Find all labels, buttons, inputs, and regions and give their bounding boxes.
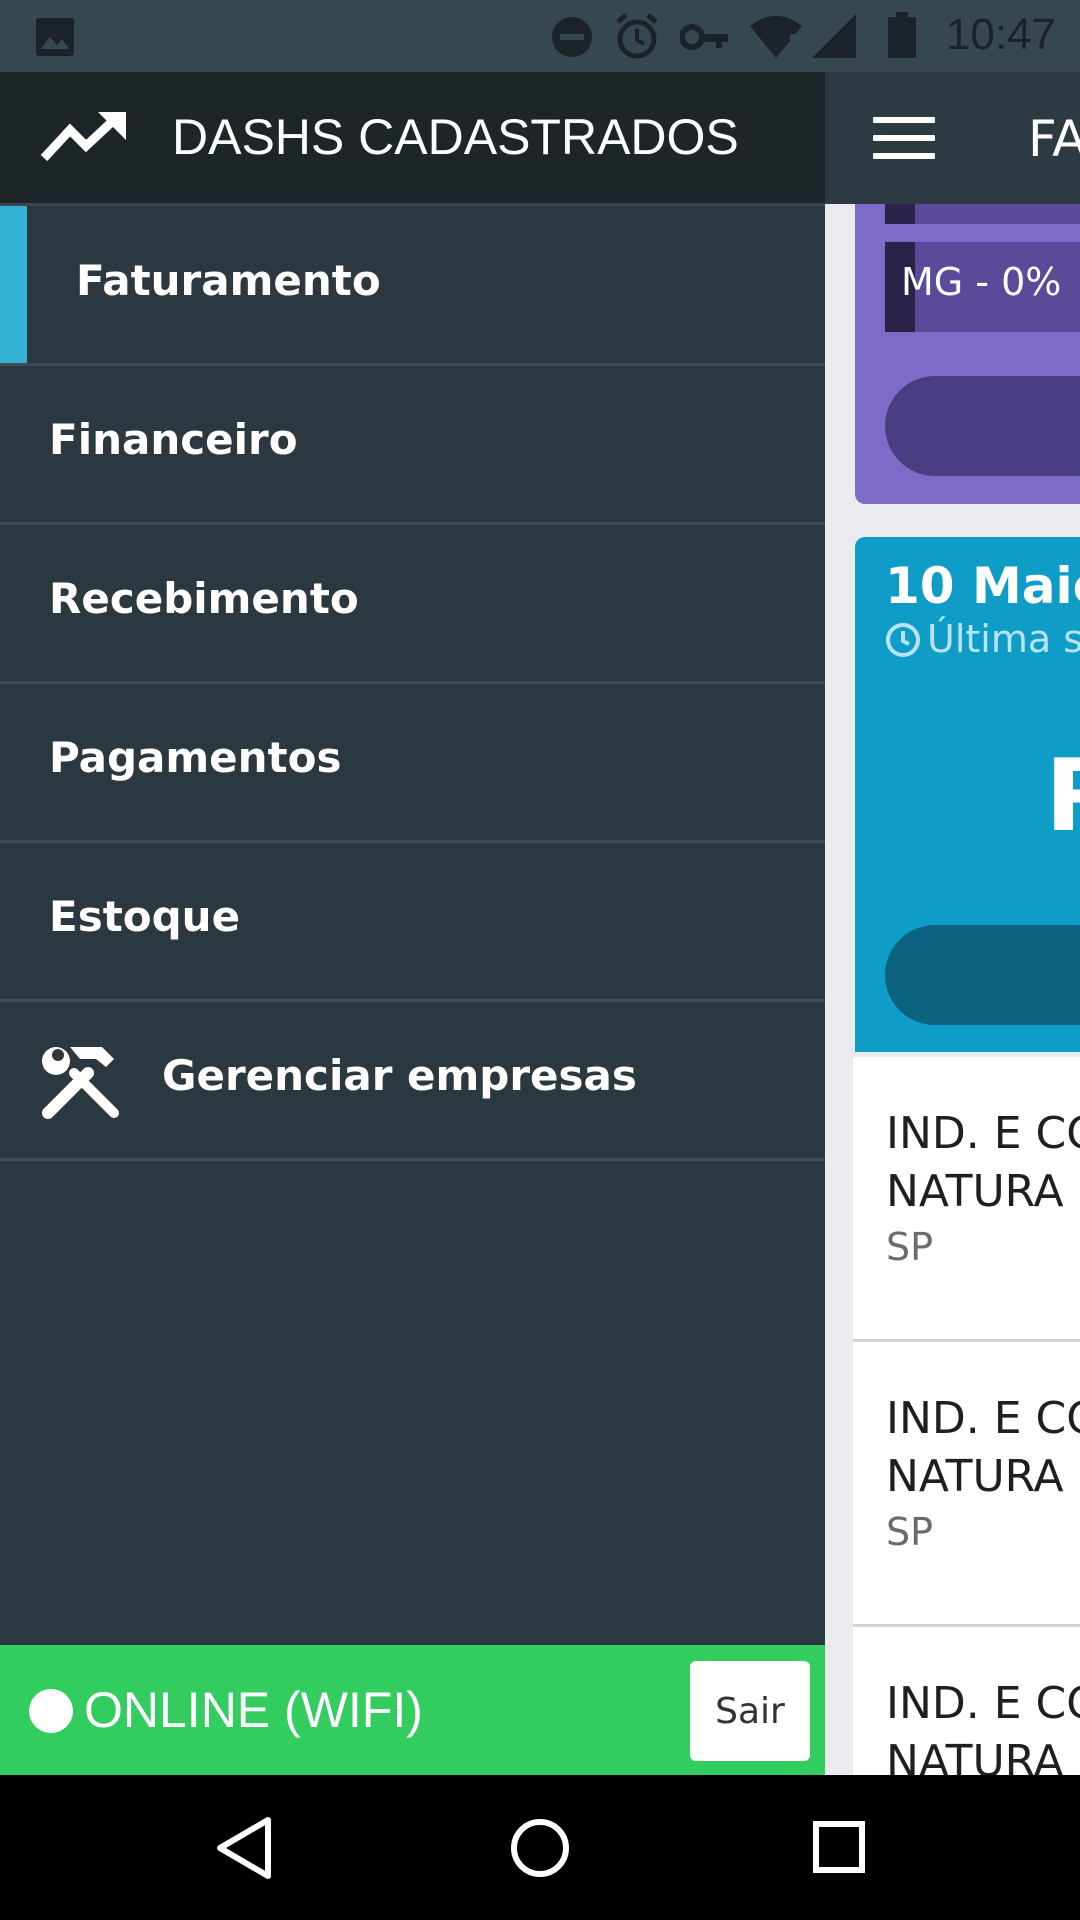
connection-footer: ONLINE (WIFI) Sair bbox=[0, 1645, 825, 1775]
image-icon bbox=[36, 18, 74, 56]
company-name: IND. E CO NATURA I bbox=[886, 1678, 1080, 1775]
active-indicator bbox=[0, 206, 27, 363]
signal-icon bbox=[812, 14, 856, 58]
recents-icon[interactable] bbox=[812, 1815, 866, 1881]
menu-item-label: Recebimento bbox=[49, 574, 359, 623]
list-item[interactable]: IND. E CO NATURA I SP bbox=[853, 1057, 1080, 1342]
alarm-icon bbox=[616, 13, 658, 59]
menu-item-label: Estoque bbox=[49, 892, 241, 941]
connection-status: ONLINE (WIFI) bbox=[84, 1682, 423, 1738]
menu-item-financeiro[interactable]: Financeiro bbox=[0, 365, 825, 525]
status-time: 10:47 bbox=[945, 10, 1056, 59]
tools-icon bbox=[42, 1047, 119, 1119]
company-state: SP bbox=[886, 1225, 934, 1269]
progress-bar bbox=[885, 204, 1080, 224]
company-state: SP bbox=[886, 1510, 934, 1554]
status-bar: 10:47 bbox=[0, 0, 1080, 72]
card-button[interactable] bbox=[885, 925, 1080, 1025]
company-name: IND. E CO NATURA I bbox=[886, 1393, 1080, 1502]
home-icon[interactable] bbox=[508, 1815, 572, 1881]
menu-item-label: Faturamento bbox=[76, 256, 381, 305]
vpn-key-icon bbox=[680, 24, 728, 50]
region-card: MG - 0% bbox=[855, 204, 1080, 504]
menu-item-recebimento[interactable]: Recebimento bbox=[0, 524, 825, 684]
card-button[interactable] bbox=[885, 376, 1080, 476]
do-not-disturb-icon bbox=[552, 17, 592, 57]
menu-item-gerenciar-empresas[interactable]: Gerenciar empresas bbox=[0, 1001, 825, 1161]
clock-icon bbox=[886, 623, 920, 657]
company-name: IND. E CO NATURA I bbox=[886, 1108, 1080, 1217]
menu-item-label: Financeiro bbox=[49, 415, 298, 464]
menu-icon[interactable] bbox=[873, 117, 935, 159]
wifi-icon bbox=[750, 16, 802, 58]
menu-item-label: Pagamentos bbox=[49, 733, 342, 782]
back-icon[interactable] bbox=[212, 1815, 274, 1881]
background-app: FA MG - 0% 10 Maior Última si R IND. E C… bbox=[825, 72, 1080, 1775]
menu-item-faturamento[interactable]: Faturamento bbox=[0, 206, 825, 366]
card-value: R bbox=[1045, 737, 1080, 854]
card-title: 10 Maior bbox=[885, 557, 1080, 615]
drawer-title: DASHS CADASTRADOS bbox=[172, 109, 739, 165]
progress-label: MG - 0% bbox=[901, 260, 1062, 304]
navigation-drawer: DASHS CADASTRADOS Faturamento Financeiro… bbox=[0, 72, 825, 1775]
list-item[interactable]: IND. E CO NATURA I SP bbox=[853, 1342, 1080, 1627]
app-bar: FA bbox=[825, 72, 1080, 204]
top-customers-card: 10 Maior Última si R bbox=[855, 537, 1080, 1052]
last-sync-text: Última si bbox=[927, 617, 1080, 661]
menu-item-label: Gerenciar empresas bbox=[162, 1051, 637, 1100]
menu-item-pagamentos[interactable]: Pagamentos bbox=[0, 683, 825, 843]
battery-icon bbox=[888, 12, 916, 58]
list-item[interactable]: IND. E CO NATURA I bbox=[853, 1627, 1080, 1775]
online-status-dot bbox=[29, 1689, 73, 1733]
logout-button[interactable]: Sair bbox=[690, 1661, 810, 1761]
card-subtitle: Última si bbox=[885, 617, 1080, 661]
drawer-header: DASHS CADASTRADOS bbox=[0, 72, 825, 206]
system-nav-bar bbox=[0, 1775, 1080, 1920]
trending-up-icon bbox=[40, 112, 126, 162]
menu-item-estoque[interactable]: Estoque bbox=[0, 842, 825, 1002]
app-title: FA bbox=[1028, 110, 1080, 168]
